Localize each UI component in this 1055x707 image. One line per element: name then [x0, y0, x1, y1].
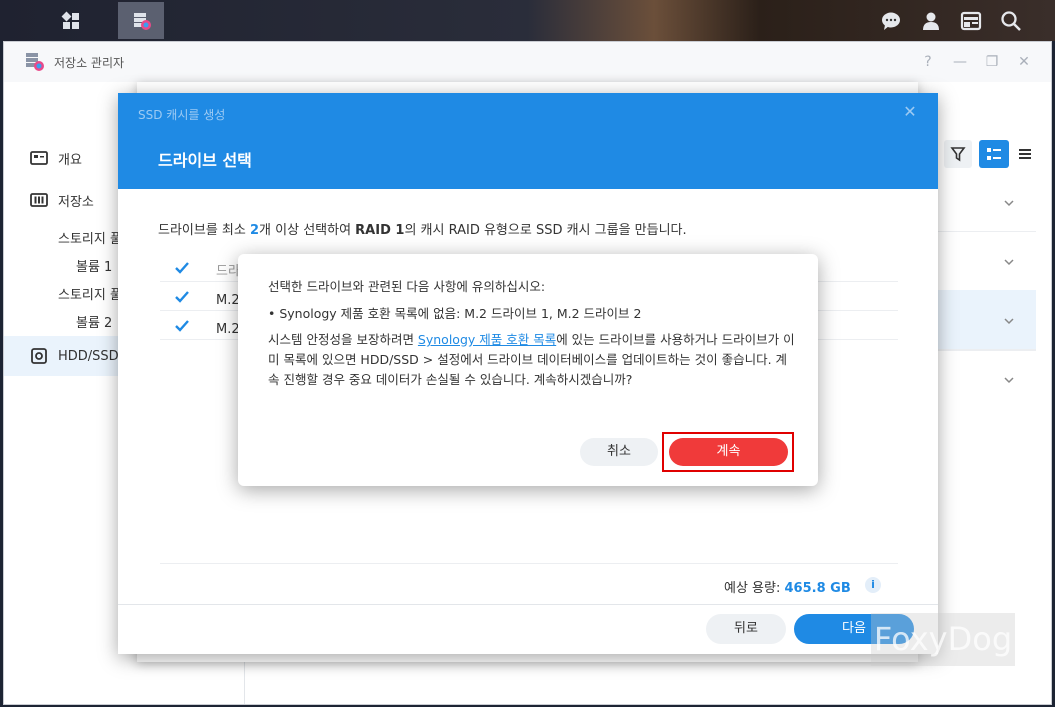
overview-icon — [30, 151, 48, 165]
estimated-capacity: 예상 용량: 465.8 GB — [724, 577, 851, 596]
sidebar-subitem-storage-pool-1[interactable]: 스토리지 풀 — [58, 228, 122, 247]
description-count: 2 — [250, 223, 260, 238]
taskbar — [0, 0, 1055, 41]
back-button[interactable]: 뒤로 — [706, 614, 786, 644]
continue-button[interactable]: 계속 — [669, 438, 788, 466]
description-raid: RAID 1 — [355, 223, 405, 238]
chat-icon — [882, 12, 900, 30]
storage-manager-app-icon — [26, 53, 44, 71]
wizard-description: 드라이브를 최소 2개 이상 선택하여 RAID 1의 캐시 RAID 유형으로… — [158, 219, 687, 238]
compatibility-list-link[interactable]: Synology 제품 호환 목록 — [418, 332, 556, 347]
hdd-icon — [31, 348, 47, 364]
sidebar-subitem-storage-pool-2[interactable]: 스토리지 풀 — [58, 284, 122, 303]
drive-checkbox[interactable] — [174, 318, 190, 334]
filter-icon — [950, 147, 966, 162]
chevron-down-icon[interactable] — [1002, 196, 1016, 210]
main-menu-icon — [61, 11, 79, 29]
search-button[interactable] — [992, 3, 1030, 38]
wizard-title: SSD 캐시를 생성 — [138, 108, 226, 122]
user-icon — [923, 12, 939, 30]
cancel-button[interactable]: 취소 — [580, 438, 658, 466]
capacity-value: 465.8 GB — [784, 581, 851, 596]
description-text: 드라이브를 최소 — [158, 223, 250, 238]
alert-message: 시스템 안정성을 보장하려면 Synology 제품 호환 목록에 있는 드라이… — [268, 330, 798, 390]
compatibility-warning-dialog: 선택한 드라이브와 관련된 다음 사항에 유의하십시오: • Synology … — [238, 254, 818, 486]
sidebar-item-label: HDD/SSD — [58, 348, 119, 364]
storage-icon — [30, 193, 48, 207]
minimize-button[interactable]: — — [950, 52, 970, 72]
window-titlebar: 저장소 관리자 ? — ❐ ✕ — [4, 42, 1051, 82]
grid-view-button[interactable] — [979, 140, 1009, 168]
chevron-down-icon[interactable] — [1002, 314, 1016, 328]
filter-button[interactable] — [944, 140, 972, 168]
list-view-icon — [1019, 149, 1031, 159]
storage-manager-taskbar-button[interactable] — [118, 2, 164, 39]
chat-button[interactable] — [872, 3, 910, 38]
main-menu-button[interactable] — [48, 2, 94, 39]
wizard-step-title: 드라이브 선택 — [158, 151, 252, 170]
storage-manager-icon — [134, 12, 151, 30]
window-title: 저장소 관리자 — [54, 56, 125, 70]
capacity-label: 예상 용량: — [724, 581, 781, 596]
close-icon[interactable]: ✕ — [901, 103, 919, 121]
description-text: 개 이상 선택하여 — [259, 223, 356, 238]
drive-checkbox[interactable] — [174, 289, 190, 305]
info-icon[interactable]: i — [865, 577, 881, 593]
grid-view-icon — [987, 148, 1001, 160]
watermark: FoxyDog — [871, 613, 1015, 666]
sidebar-item-label: 저장소 — [58, 194, 94, 210]
widgets-icon — [960, 11, 982, 30]
wizard-divider — [160, 563, 898, 564]
alert-intro: 선택한 드라이브와 관련된 다음 사항에 유의하십시오: — [268, 279, 546, 294]
alert-bullet: • Synology 제품 호환 목록에 없음: M.2 드라이브 1, M.2… — [268, 306, 642, 321]
chevron-down-icon[interactable] — [1002, 255, 1016, 269]
description-text: 의 캐시 RAID 유형으로 SSD 캐시 그룹을 만듭니다. — [404, 223, 687, 238]
sidebar-item-label: 개요 — [58, 152, 82, 168]
wizard-footer-divider — [118, 604, 938, 605]
close-button[interactable]: ✕ — [1014, 52, 1034, 72]
search-icon — [1001, 10, 1021, 31]
user-button[interactable] — [912, 3, 950, 38]
list-view-button[interactable] — [1011, 140, 1039, 168]
chevron-down-icon[interactable] — [1002, 373, 1016, 387]
wizard-header: SSD 캐시를 생성 ✕ 드라이브 선택 — [118, 93, 938, 189]
sidebar-subitem-volume-2[interactable]: 볼륨 2 — [76, 312, 112, 331]
sidebar-subitem-volume-1[interactable]: 볼륨 1 — [76, 256, 112, 275]
alert-message-text: 시스템 안정성을 보장하려면 — [268, 332, 418, 347]
help-button[interactable]: ? — [918, 52, 938, 72]
maximize-button[interactable]: ❐ — [982, 52, 1002, 72]
select-all-checkbox[interactable] — [174, 260, 190, 276]
widgets-button[interactable] — [952, 3, 990, 38]
